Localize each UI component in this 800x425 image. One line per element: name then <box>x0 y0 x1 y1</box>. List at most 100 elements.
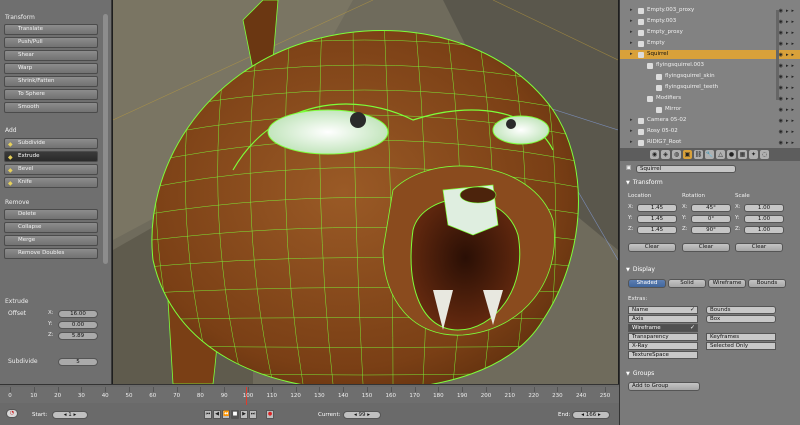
jump-start-icon[interactable]: ⏮ <box>204 410 212 419</box>
transform-panel-header[interactable]: ▼ Transform <box>626 179 663 186</box>
outliner-row[interactable]: flyingsquirrel.003 ◉▸▸ <box>620 61 800 70</box>
expand-arrow-icon[interactable]: ▸ <box>630 28 636 37</box>
modifiers-tab-icon[interactable]: 🔧 <box>705 150 714 159</box>
translate-button[interactable]: Translate <box>4 24 98 35</box>
visibility-toggle-icons[interactable]: ◉▸▸ <box>779 139 797 148</box>
rotation-y-field[interactable]: 0° <box>691 215 731 223</box>
scale-y-field[interactable]: 1.00 <box>744 215 784 223</box>
add-to-group-dropdown[interactable]: Add to Group <box>628 382 700 391</box>
timeline[interactable]: 0 10 20 30 40 50 60 70 80 90 100 110 120 130 140 150 160… <box>0 384 619 425</box>
outliner-scrollbar[interactable] <box>776 10 779 100</box>
material-tab-icon[interactable]: ● <box>727 150 736 159</box>
offset-x-field[interactable]: 16.00 <box>58 310 98 318</box>
visibility-toggle-icons[interactable]: ◉▸▸ <box>779 62 797 71</box>
record-icon[interactable]: ● <box>266 410 274 419</box>
clear-scale-button[interactable]: Clear <box>735 243 783 252</box>
groups-panel-header[interactable]: ▼ Groups <box>626 370 654 377</box>
scale-x-field[interactable]: 1.00 <box>744 204 784 212</box>
play-icon[interactable]: ▶ <box>240 410 248 419</box>
extras-axis-checkbox[interactable]: Axis <box>628 315 698 323</box>
display-mode-bounds[interactable]: Bounds <box>748 279 786 288</box>
start-frame-field[interactable]: ◂ 1 ▸ <box>52 411 88 419</box>
extras-bounds-option[interactable]: Bounds <box>706 306 776 314</box>
outliner-row[interactable]: ▸ Empty.003 ◉▸▸ <box>620 17 800 26</box>
display-mode-shaded[interactable]: Shaded <box>628 279 666 288</box>
knife-button[interactable]: ◆ Knife <box>4 177 98 188</box>
offset-z-field[interactable]: 5.89 <box>58 332 98 340</box>
object-tab-icon[interactable]: ▣ <box>683 150 692 159</box>
extras-name-checkbox[interactable]: Name ✓ <box>628 306 698 314</box>
jump-end-icon[interactable]: ⏭ <box>249 410 257 419</box>
world-tab-icon[interactable]: ◍ <box>672 150 681 159</box>
subdivide-field[interactable]: 5 <box>58 358 98 366</box>
visibility-toggle-icons[interactable]: ◉▸▸ <box>779 128 797 137</box>
warp-button[interactable]: Warp <box>4 63 98 74</box>
expand-arrow-icon[interactable]: ▸ <box>630 17 636 26</box>
scene-tab-icon[interactable]: ◈ <box>661 150 670 159</box>
outliner-row[interactable]: ▸ Empty.003_proxy ◉▸▸ <box>620 6 800 15</box>
location-x-field[interactable]: 1.45 <box>637 204 677 212</box>
outliner-row[interactable]: ▸ Empty ◉▸▸ <box>620 39 800 48</box>
clear-location-button[interactable]: Clear <box>628 243 676 252</box>
clear-rotation-button[interactable]: Clear <box>682 243 730 252</box>
rotation-x-field[interactable]: 45° <box>691 204 731 212</box>
visibility-toggle-icons[interactable]: ◉▸▸ <box>779 106 797 115</box>
render-tab-icon[interactable]: ◉ <box>650 150 659 159</box>
physics-tab-icon[interactable]: ◌ <box>760 150 769 159</box>
visibility-toggle-icons[interactable]: ◉▸▸ <box>779 73 797 82</box>
texture-tab-icon[interactable]: ▦ <box>738 150 747 159</box>
3d-viewport[interactable] <box>113 0 618 384</box>
expand-arrow-icon[interactable]: ▸ <box>630 6 636 15</box>
visibility-toggle-icons[interactable]: ◉▸▸ <box>779 95 797 104</box>
object-name-field[interactable]: Squirrel <box>636 165 736 173</box>
outliner-panel[interactable]: ▸ Empty.003_proxy ◉▸▸ ▸ Empty.003 ◉▸▸ ▸ Empty_p… <box>619 0 800 148</box>
subdivide-button[interactable]: ◆ Subdivide <box>4 138 98 149</box>
constraints-tab-icon[interactable]: ⛓ <box>694 150 703 159</box>
outliner-row[interactable]: ▸ RIDIG7_Root ◉▸▸ <box>620 138 800 147</box>
visibility-toggle-icons[interactable]: ◉▸▸ <box>779 51 797 60</box>
bevel-button[interactable]: ◆ Bevel <box>4 164 98 175</box>
current-frame-field[interactable]: ◂ 99 ▸ <box>343 411 381 419</box>
shrink-fatten-button[interactable]: Shrink/Fatten <box>4 76 98 87</box>
scale-z-field[interactable]: 1.00 <box>744 226 784 234</box>
extras-box-option[interactable]: Box <box>706 315 776 323</box>
extras-selected-only-option[interactable]: Selected Only <box>706 342 776 350</box>
data-tab-icon[interactable]: △ <box>716 150 725 159</box>
outliner-row[interactable]: ▸ Rosy 05-02 ◉▸▸ <box>620 127 800 136</box>
play-reverse-icon[interactable]: ◀ <box>213 410 221 419</box>
visibility-toggle-icons[interactable]: ◉▸▸ <box>779 84 797 93</box>
timeline-menu-icon[interactable]: ◔ <box>6 409 18 418</box>
location-y-field[interactable]: 1.45 <box>637 215 677 223</box>
offset-y-field[interactable]: 0.00 <box>58 321 98 329</box>
shear-button[interactable]: Shear <box>4 50 98 61</box>
end-frame-field[interactable]: ◂ 166 ▸ <box>572 411 610 419</box>
particles-tab-icon[interactable]: ✦ <box>749 150 758 159</box>
visibility-toggle-icons[interactable]: ◉▸▸ <box>779 40 797 49</box>
visibility-toggle-icons[interactable]: ◉▸▸ <box>779 7 797 16</box>
smooth-button[interactable]: Smooth <box>4 102 98 113</box>
extras-wireframe-checkbox[interactable]: Wireframe ✓ <box>628 324 698 332</box>
visibility-toggle-icons[interactable]: ◉▸▸ <box>779 117 797 126</box>
outliner-row[interactable]: Mirror ◉▸▸ <box>620 105 800 114</box>
expand-arrow-icon[interactable]: ▸ <box>630 50 636 59</box>
extrude-button[interactable]: ◆ Extrude <box>4 151 98 162</box>
tool-panel-scrollbar[interactable] <box>103 14 108 264</box>
extras-x-ray-checkbox[interactable]: X-Ray <box>628 342 698 350</box>
push-pull-button[interactable]: Push/Pull <box>4 37 98 48</box>
outliner-row[interactable]: ▸ Empty_proxy ◉▸▸ <box>620 28 800 37</box>
location-z-field[interactable]: 1.45 <box>637 226 677 234</box>
expand-arrow-icon[interactable]: ▸ <box>630 127 636 136</box>
extras-texturespace-checkbox[interactable]: TextureSpace <box>628 351 698 359</box>
extras-transparency-checkbox[interactable]: Transparency <box>628 333 698 341</box>
outliner-row[interactable]: ▸ Camera 05-02 ◉▸▸ <box>620 116 800 125</box>
visibility-toggle-icons[interactable]: ◉▸▸ <box>779 18 797 27</box>
collapse-button[interactable]: Collapse <box>4 222 98 233</box>
display-panel-header[interactable]: ▼ Display <box>626 266 655 273</box>
display-mode-wireframe[interactable]: Wireframe <box>708 279 746 288</box>
to-sphere-button[interactable]: To Sphere <box>4 89 98 100</box>
rotation-z-field[interactable]: 90° <box>691 226 731 234</box>
outliner-row[interactable]: flyingsquirrel_teeth ◉▸▸ <box>620 83 800 92</box>
merge-button[interactable]: Merge <box>4 235 98 246</box>
outliner-row[interactable]: ▸ Squirrel ◉▸▸ <box>620 50 800 59</box>
timeline-ruler[interactable]: 0 10 20 30 40 50 60 70 80 90 100 110 120 130 140 150 160… <box>0 387 619 405</box>
